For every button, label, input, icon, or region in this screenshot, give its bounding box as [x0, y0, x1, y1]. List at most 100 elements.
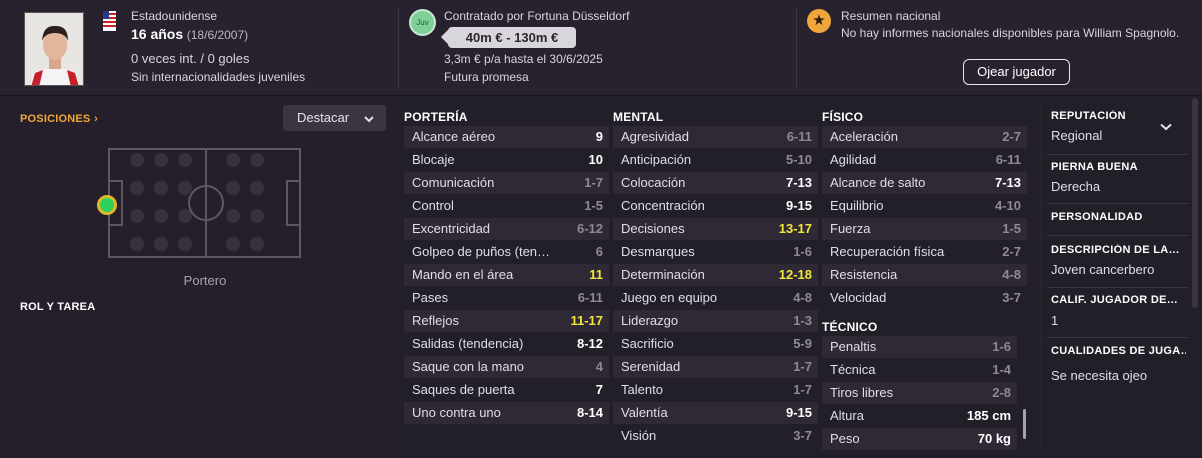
role-duty-label: ROL Y TAREA: [20, 301, 96, 313]
attribute-row[interactable]: Saques de puerta 7: [404, 379, 609, 401]
attribute-value: 7: [595, 382, 603, 397]
attribute-row[interactable]: Fuerza 1-5: [822, 218, 1027, 240]
attribute-row[interactable]: Colocación 7-13: [613, 172, 818, 194]
positions-label: POSICIONES: [20, 113, 91, 125]
attribute-row[interactable]: Saque con la mano 4: [404, 356, 609, 378]
attribute-value: 2-8: [992, 385, 1011, 400]
attribute-value: 7-13: [785, 175, 812, 190]
attribute-value: 7-13: [994, 175, 1021, 190]
attribute-row[interactable]: Mando en el área 11: [404, 264, 609, 286]
attribute-value: 9-15: [785, 405, 812, 420]
attribute-name: Valentía: [621, 405, 668, 420]
attribute-row[interactable]: Reflejos 11-17: [404, 310, 609, 332]
scout-player-button[interactable]: Ojear jugador: [963, 59, 1070, 85]
preferred-foot-label: PIERNA BUENA: [1051, 161, 1138, 173]
attribute-row[interactable]: Técnica 1-4: [822, 359, 1017, 381]
attribute-row[interactable]: Visión 3-7: [613, 425, 818, 447]
attribute-value: 12-18: [778, 267, 812, 282]
info-panel-scrollbar[interactable]: [1192, 98, 1198, 308]
attribute-name: Uno contra uno: [412, 405, 501, 420]
attribute-value: 4-8: [1002, 267, 1021, 282]
attribute-row[interactable]: Desmarques 1-6: [613, 241, 818, 263]
attribute-name: Talento: [621, 382, 663, 397]
attribute-name: Fuerza: [830, 221, 871, 236]
attribute-row[interactable]: Juego en equipo 4-8: [613, 287, 818, 309]
attribute-row[interactable]: Agilidad 6-11: [822, 149, 1027, 171]
attribute-value: 4-8: [793, 290, 812, 305]
attribute-name: Aceleración: [830, 129, 898, 144]
attribute-row[interactable]: Control 1-5: [404, 195, 609, 217]
attribute-name: Mando en el área: [412, 267, 514, 282]
attribute-value: 2-7: [1002, 244, 1021, 259]
attribute-value: 11: [589, 267, 603, 282]
attribute-row[interactable]: Anticipación 5-10: [613, 149, 818, 171]
attribute-row[interactable]: Talento 1-7: [613, 379, 818, 401]
attribute-name: Velocidad: [830, 290, 887, 305]
attribute-row[interactable]: Agresividad 6-11: [613, 126, 818, 148]
attribute-name: Saque con la mano: [412, 359, 525, 374]
age-line: 16 años (18/6/2007): [131, 26, 248, 42]
chevron-right-icon: ›: [94, 113, 98, 125]
attribute-value: 9: [595, 129, 603, 144]
attribute-row[interactable]: Comunicación 1-7: [404, 172, 609, 194]
player-info-panel: REPUTACIÓN Regional PIERNA BUENA Derecha…: [1041, 97, 1202, 458]
attribute-row[interactable]: Pases 6-11: [404, 287, 609, 309]
attribute-name: Técnica: [830, 362, 876, 377]
attribute-row[interactable]: Determinación 12-18: [613, 264, 818, 286]
attribute-row[interactable]: Salidas (tendencia) 8-12: [404, 333, 609, 355]
player-portrait[interactable]: [24, 12, 84, 86]
attribute-row[interactable]: Excentricidad 6-12: [404, 218, 609, 240]
attribute-row[interactable]: Blocaje 10: [404, 149, 609, 171]
birthdate-text: (18/6/2007): [186, 28, 249, 42]
attribute-row[interactable]: Altura 185 cm: [822, 405, 1017, 427]
attribute-row[interactable]: Aceleración 2-7: [822, 126, 1027, 148]
goalkeeper-position-marker[interactable]: [97, 195, 117, 215]
attribute-row[interactable]: Decisiones 13-17: [613, 218, 818, 240]
attribute-row[interactable]: Golpeo de puños (ten… 6: [404, 241, 609, 263]
description-value: Joven cancerbero: [1051, 262, 1155, 277]
attribute-row[interactable]: Concentración 9-15: [613, 195, 818, 217]
positions-link[interactable]: POSICIONES ›: [20, 110, 98, 125]
personality-label: PERSONALIDAD: [1051, 211, 1143, 223]
transfer-value-badge: 40m € - 130m €: [448, 27, 576, 48]
attribute-row[interactable]: Sacrificio 5-9: [613, 333, 818, 355]
highlight-select[interactable]: Destacar: [283, 105, 386, 131]
attribute-value: 4-10: [994, 198, 1021, 213]
attribute-name: Pases: [412, 290, 449, 305]
attribute-name: Recuperación física: [830, 244, 945, 259]
attribute-name: Control: [412, 198, 454, 213]
attribute-value: 1-6: [992, 339, 1011, 354]
attribute-name: Blocaje: [412, 152, 455, 167]
attribute-name: Serenidad: [621, 359, 681, 374]
attributes-scrollbar[interactable]: [1023, 409, 1026, 439]
attribute-row[interactable]: Resistencia 4-8: [822, 264, 1027, 286]
attribute-row[interactable]: Recuperación física 2-7: [822, 241, 1027, 263]
attribute-value: 6-11: [786, 129, 812, 144]
attribute-value: 6-12: [576, 221, 603, 236]
attribute-row[interactable]: Velocidad 3-7: [822, 287, 1027, 309]
attribute-name: Equilibrio: [830, 198, 884, 213]
club-badge-icon[interactable]: Juv: [409, 9, 436, 36]
attribute-row[interactable]: Alcance aéreo 9: [404, 126, 609, 148]
attribute-row[interactable]: Uno contra uno 8-14: [404, 402, 609, 424]
attribute-row[interactable]: Alcance de salto 7-13: [822, 172, 1027, 194]
attribute-row[interactable]: Valentía 9-15: [613, 402, 818, 424]
attribute-name: Anticipación: [621, 152, 692, 167]
attribute-row[interactable]: Liderazgo 1-3: [613, 310, 818, 332]
attribute-name: Visión: [621, 428, 657, 443]
attribute-name: Liderazgo: [621, 313, 679, 328]
chevron-down-icon[interactable]: [1160, 119, 1172, 134]
attribute-name: Concentración: [621, 198, 705, 213]
divider: [1047, 287, 1189, 288]
attribute-row[interactable]: Peso 70 kg: [822, 428, 1017, 450]
attribute-value: 11-17: [570, 313, 603, 328]
contract-text: Contratado por Fortuna Düsseldorf: [444, 9, 630, 23]
technical-heading: TÉCNICO: [822, 320, 878, 334]
attribute-value: 70 kg: [977, 431, 1011, 446]
header-divider: [796, 8, 797, 88]
attribute-row[interactable]: Penaltis 1-6: [822, 336, 1017, 358]
header-divider: [398, 8, 399, 88]
attribute-row[interactable]: Equilibrio 4-10: [822, 195, 1027, 217]
attribute-row[interactable]: Tiros libres 2-8: [822, 382, 1017, 404]
attribute-row[interactable]: Serenidad 1-7: [613, 356, 818, 378]
